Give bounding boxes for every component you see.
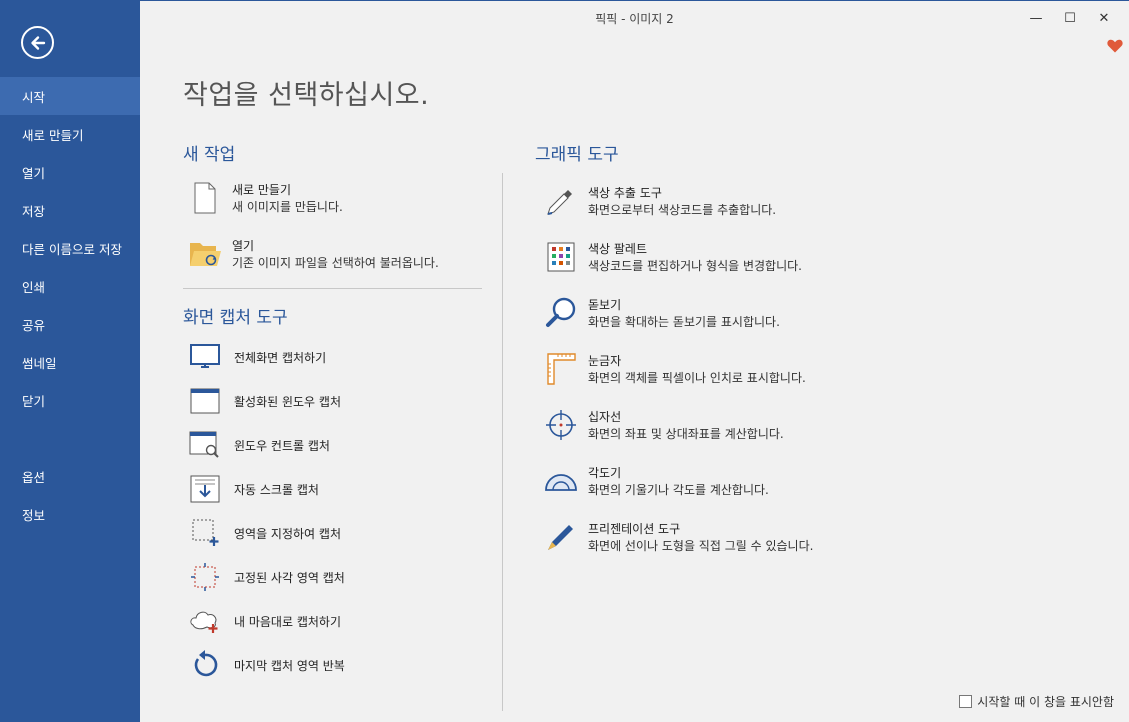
color-palette-desc: 색상코드를 편집하거나 형식을 변경합니다. [588,259,802,273]
capture-active-window-item[interactable]: 활성화된 윈도우 캡처 [188,385,341,417]
sidebar-item-print[interactable]: 인쇄 [0,267,140,305]
page-title: 작업을 선택하십시오. [183,80,430,111]
fixed-region-icon [188,561,222,593]
capture-active-window-label: 활성화된 윈도우 캡처 [234,394,341,409]
color-picker-item[interactable]: 색상 추출 도구 화면으로부터 색상코드를 추출합니다. [544,185,776,219]
capture-freehand-item[interactable]: 내 마음대로 캡처하기 [188,605,341,637]
capture-fullscreen-item[interactable]: 전체화면 캡처하기 [188,341,326,373]
startup-checkbox[interactable] [959,695,973,708]
crosshair-item[interactable]: 십자선 화면의 좌표 및 상대좌표를 계산합니다. [544,409,784,443]
capture-auto-scroll-label: 자동 스크롤 캡처 [234,482,319,497]
sidebar-item-save-as[interactable]: 다른 이름으로 저장 [0,229,140,267]
magnifier-desc: 화면을 확대하는 돋보기를 표시합니다. [588,315,780,329]
active-window-icon [188,385,222,417]
protractor-item[interactable]: 각도기 화면의 기울기나 각도를 계산합니다. [544,465,769,499]
open-image-label: 열기 [232,239,255,253]
eyedropper-icon [544,185,578,217]
capture-auto-scroll-item[interactable]: 자동 스크롤 캡처 [188,473,319,505]
window-control-icon [188,429,222,461]
capture-window-control-item[interactable]: 윈도우 컨트롤 캡처 [188,429,330,461]
capture-fixed-region-label: 고정된 사각 영역 캡처 [234,570,345,585]
crosshair-label: 십자선 [588,410,622,424]
capture-fixed-region-item[interactable]: 고정된 사각 영역 캡처 [188,561,345,593]
presentation-tool-label: 프리젠테이션 도구 [588,522,681,536]
new-image-item[interactable]: 새로 만들기 새 이미지를 만듭니다. [188,182,343,216]
palette-icon [544,241,578,273]
ruler-item[interactable]: 눈금자 화면의 객체를 픽셀이나 인치로 표시합니다. [544,353,806,387]
capture-window-control-label: 윈도우 컨트롤 캡처 [234,438,330,453]
sidebar-item-share[interactable]: 공유 [0,305,140,343]
capture-repeat-label: 마지막 캡처 영역 반복 [234,658,345,673]
sidebar-item-options[interactable]: 옵션 [0,457,140,495]
section-divider [183,288,482,289]
startup-option[interactable]: 시작할 때 이 창을 표시안함 [959,693,1114,710]
sidebar-item-close[interactable]: 닫기 [0,381,140,419]
close-button[interactable]: ✕ [1091,7,1117,29]
freehand-icon [188,605,222,637]
ruler-label: 눈금자 [588,354,622,368]
sidebar-item-save[interactable]: 저장 [0,191,140,229]
window-title: 픽픽 - 이미지 2 [595,12,674,26]
region-select-icon [188,517,222,549]
capture-region-item[interactable]: 영역을 지정하여 캡처 [188,517,341,549]
color-palette-label: 색상 팔레트 [588,242,648,256]
sidebar-item-open[interactable]: 열기 [0,153,140,191]
column-divider [502,173,503,711]
new-task-heading: 새 작업 [183,145,236,165]
new-file-icon [188,182,222,214]
capture-fullscreen-label: 전체화면 캡처하기 [234,350,327,365]
graphic-tools-heading: 그래픽 도구 [535,145,619,165]
presentation-tool-desc: 화면에 선이나 도형을 직접 그릴 수 있습니다. [588,539,814,553]
back-arrow-icon [30,35,45,50]
pen-icon [544,521,578,553]
capture-freehand-label: 내 마음대로 캡처하기 [234,614,341,629]
magnifier-item[interactable]: 돋보기 화면을 확대하는 돋보기를 표시합니다. [544,297,780,331]
open-image-desc: 기존 이미지 파일을 선택하여 불러옵니다. [232,256,439,270]
maximize-button[interactable]: ☐ [1057,7,1083,29]
color-picker-desc: 화면으로부터 색상코드를 추출합니다. [588,203,777,217]
crosshair-desc: 화면의 좌표 및 상대좌표를 계산합니다. [588,427,784,441]
scroll-capture-icon [188,473,222,505]
back-button[interactable] [21,26,54,59]
magnifier-icon [544,297,578,329]
minimize-button[interactable]: — [1023,7,1049,29]
sidebar-item-info[interactable]: 정보 [0,495,140,533]
capture-heading: 화면 캡처 도구 [183,308,288,328]
capture-repeat-item[interactable]: 마지막 캡처 영역 반복 [188,649,345,681]
sidebar-item-thumbnail[interactable]: 썸네일 [0,343,140,381]
protractor-desc: 화면의 기울기나 각도를 계산합니다. [588,483,769,497]
sidebar: 시작 새로 만들기 열기 저장 다른 이름으로 저장 인쇄 공유 썸네일 닫기 … [0,0,140,722]
sidebar-item-new[interactable]: 새로 만들기 [0,115,140,153]
color-palette-item[interactable]: 색상 팔레트 색상코드를 편집하거나 형식을 변경합니다. [544,241,802,275]
color-picker-label: 색상 추출 도구 [588,186,662,200]
magnifier-label: 돋보기 [588,298,622,312]
protractor-icon [544,465,578,497]
ruler-icon [544,353,578,385]
presentation-tool-item[interactable]: 프리젠테이션 도구 화면에 선이나 도형을 직접 그릴 수 있습니다. [544,521,813,555]
ruler-desc: 화면의 객체를 픽셀이나 인치로 표시합니다. [588,371,806,385]
startup-checkbox-label: 시작할 때 이 창을 표시안함 [977,695,1114,709]
sidebar-item-start[interactable]: 시작 [0,77,140,115]
open-image-item[interactable]: 열기 기존 이미지 파일을 선택하여 불러옵니다. [188,238,439,272]
new-image-desc: 새 이미지를 만듭니다. [232,200,343,214]
capture-region-label: 영역을 지정하여 캡처 [234,526,341,541]
main-panel: 픽픽 - 이미지 2 — ☐ ✕ 작업을 선택하십시오. 새 작업 새로 만들기… [140,0,1129,722]
crosshair-icon [544,409,578,441]
monitor-icon [188,341,222,373]
protractor-label: 각도기 [588,466,622,480]
heart-icon[interactable] [1107,39,1123,56]
new-image-label: 새로 만들기 [232,183,292,197]
repeat-icon [188,649,222,681]
open-folder-icon [188,238,222,270]
